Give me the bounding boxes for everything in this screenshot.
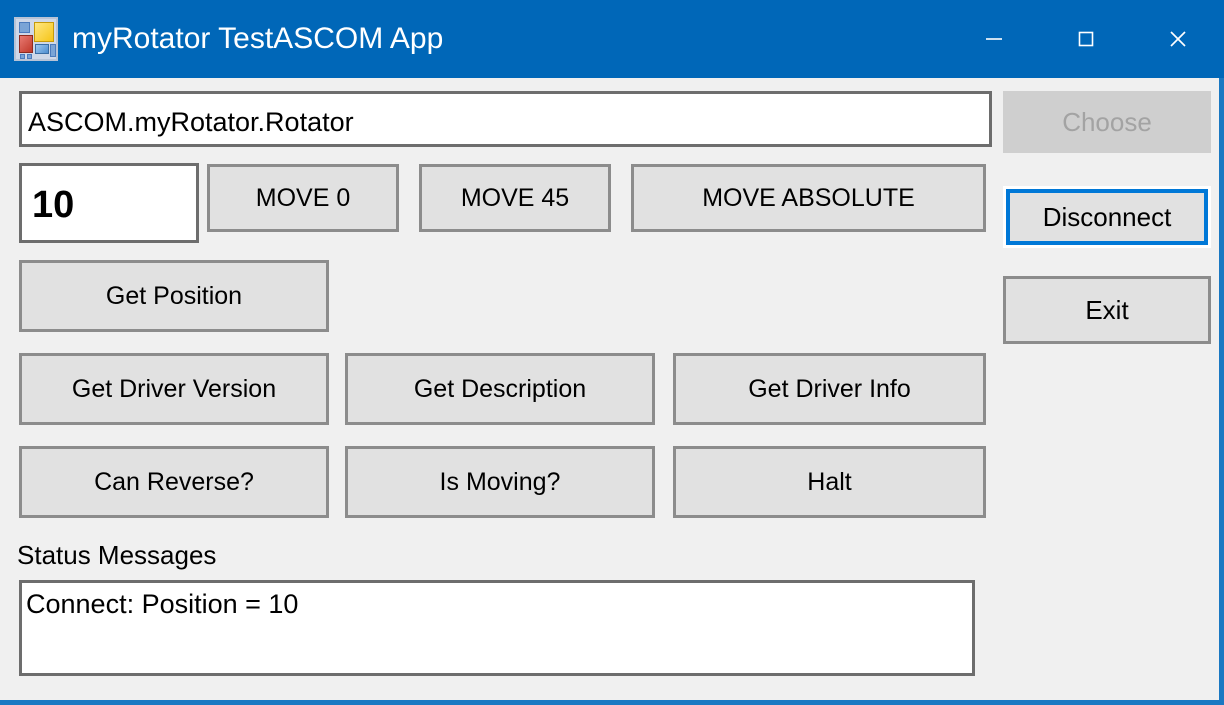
- get-description-button[interactable]: Get Description: [345, 353, 655, 425]
- icon-square-small-bottom-left-2: [27, 54, 32, 59]
- get-driver-info-button[interactable]: Get Driver Info: [673, 353, 986, 425]
- icon-square-red: [19, 35, 33, 53]
- get-position-button[interactable]: Get Position: [19, 260, 329, 332]
- disconnect-button[interactable]: Disconnect: [1003, 186, 1211, 248]
- driver-id-input[interactable]: ASCOM.myRotator.Rotator: [19, 91, 992, 147]
- move-absolute-button[interactable]: MOVE ABSOLUTE: [631, 164, 986, 232]
- icon-square-yellow: [34, 22, 54, 42]
- icon-square-blue-bottom-right: [35, 44, 49, 54]
- choose-button: Choose: [1003, 91, 1211, 153]
- window-controls: [948, 0, 1224, 78]
- move-0-button[interactable]: MOVE 0: [207, 164, 399, 232]
- app-window-icon: [14, 17, 58, 61]
- move-45-button[interactable]: MOVE 45: [419, 164, 611, 232]
- status-messages-textarea[interactable]: Connect: Position = 10: [19, 580, 975, 676]
- close-button[interactable]: [1132, 0, 1224, 78]
- minimize-button[interactable]: [948, 0, 1040, 78]
- icon-square-blue-top-left: [19, 22, 30, 33]
- title-bar[interactable]: myRotator TestASCOM App: [0, 0, 1224, 78]
- position-input[interactable]: 10: [19, 163, 199, 243]
- icon-square-tall-right: [50, 44, 56, 57]
- client-area: ASCOM.myRotator.Rotator 10 MOVE 0 MOVE 4…: [0, 78, 1214, 700]
- app-window: myRotator TestASCOM App ASCOM.myRotator.…: [0, 0, 1224, 705]
- exit-button[interactable]: Exit: [1003, 276, 1211, 344]
- halt-button[interactable]: Halt: [673, 446, 986, 518]
- is-moving-button[interactable]: Is Moving?: [345, 446, 655, 518]
- status-messages-label: Status Messages: [17, 540, 217, 570]
- icon-square-small-bottom-left: [20, 54, 25, 59]
- maximize-button[interactable]: [1040, 0, 1132, 78]
- get-driver-version-button[interactable]: Get Driver Version: [19, 353, 329, 425]
- can-reverse-button[interactable]: Can Reverse?: [19, 446, 329, 518]
- window-title: myRotator TestASCOM App: [72, 22, 444, 55]
